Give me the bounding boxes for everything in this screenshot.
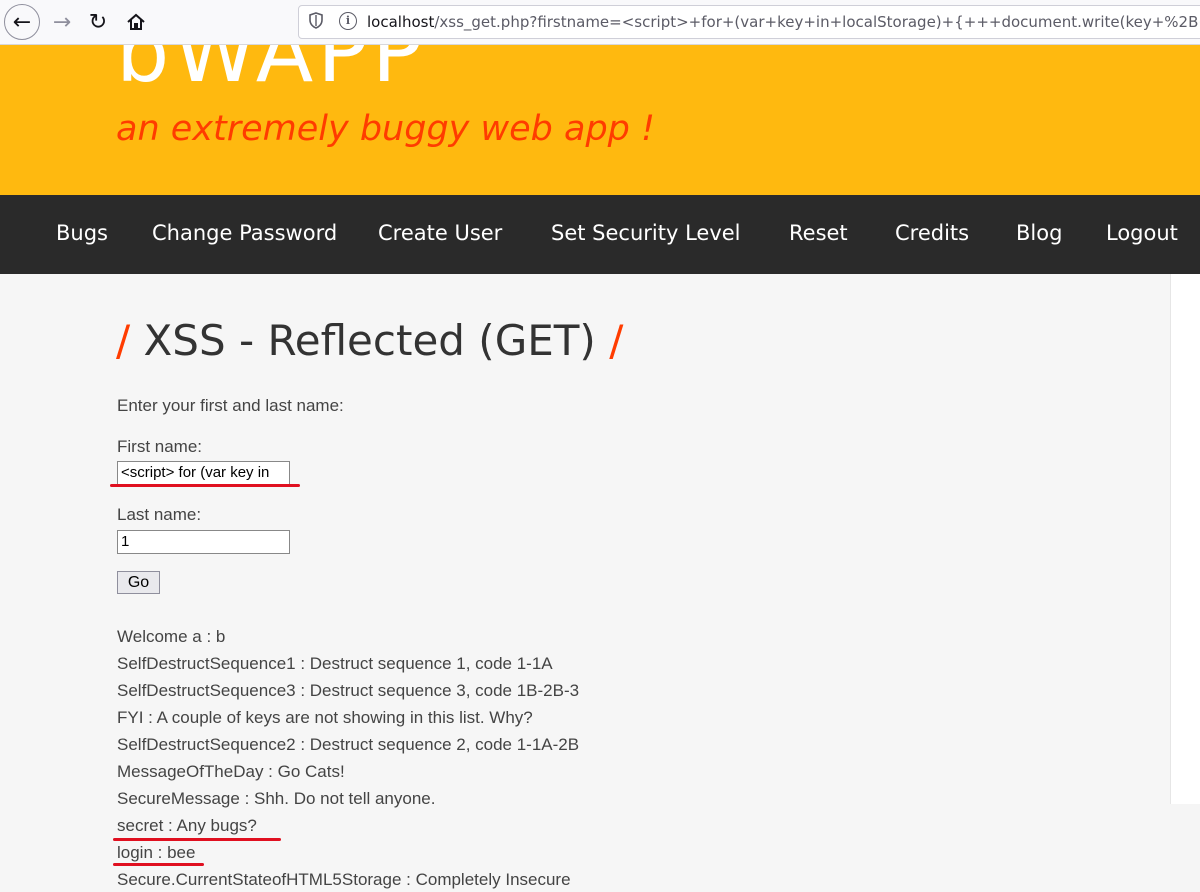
last-name-label: Last name: xyxy=(117,505,202,524)
menu-item-blog[interactable]: Blog xyxy=(1016,221,1062,245)
site-header: bWAPP an extremely buggy web app ! xyxy=(0,45,1200,195)
first-name-label: First name: xyxy=(117,437,203,456)
site-logo[interactable]: bWAPP xyxy=(116,45,427,101)
url-text[interactable]: localhost/xss_get.php?firstname=<script>… xyxy=(367,13,1200,31)
output-line: SelfDestructSequence2 : Destruct sequenc… xyxy=(117,735,580,754)
menu-item-credits[interactable]: Credits xyxy=(895,221,969,245)
form-prompt: Enter your first and last name: xyxy=(117,396,344,415)
info-icon[interactable]: i xyxy=(339,12,357,30)
output-line: SelfDestructSequence1 : Destruct sequenc… xyxy=(117,654,553,673)
first-name-field[interactable]: <script> for (var key in xyxy=(117,461,290,485)
shield-icon[interactable] xyxy=(309,12,325,30)
reload-icon[interactable]: ↻ xyxy=(80,4,116,40)
login-annotation-underline xyxy=(113,863,204,866)
forward-arrow-icon[interactable]: → xyxy=(44,4,80,40)
page-edge xyxy=(1170,274,1200,804)
main-menu: Bugs Change Password Create User Set Sec… xyxy=(0,195,1200,274)
site-tagline: an extremely buggy web app ! xyxy=(116,109,656,149)
output-line: SecureMessage : Shh. Do not tell anyone. xyxy=(117,789,436,808)
output-line-login: login : bee xyxy=(117,843,196,862)
browser-toolbar: ← → ↻ i localhost/xss_get.php?firstname=… xyxy=(0,0,1200,45)
title-slash-left: / xyxy=(116,316,131,365)
url-path: /xss_get.php?firstname=<script>+for+(var… xyxy=(434,13,1200,31)
back-arrow-icon[interactable]: ← xyxy=(4,4,40,40)
home-icon[interactable] xyxy=(118,4,154,40)
menu-item-change-password[interactable]: Change Password xyxy=(152,221,337,245)
output-line: Secure.CurrentStateofHTML5Storage : Comp… xyxy=(117,870,571,889)
title-slash-right: / xyxy=(609,316,624,365)
menu-item-create-user[interactable]: Create User xyxy=(378,221,502,245)
go-button[interactable]: Go xyxy=(117,571,160,594)
output-line: MessageOfTheDay : Go Cats! xyxy=(117,762,345,781)
output-line: SelfDestructSequence3 : Destruct sequenc… xyxy=(117,681,580,700)
address-bar[interactable]: i localhost/xss_get.php?firstname=<scrip… xyxy=(298,5,1200,39)
menu-item-set-security-level[interactable]: Set Security Level xyxy=(551,221,741,245)
first-name-annotation-underline xyxy=(110,484,300,487)
last-name-field[interactable]: 1 xyxy=(117,530,290,554)
page-title: / XSS - Reflected (GET) / xyxy=(116,316,623,365)
output-line: Welcome a : b xyxy=(117,627,226,646)
menu-item-bugs[interactable]: Bugs xyxy=(56,221,108,245)
secret-annotation-underline xyxy=(113,838,281,841)
url-host: localhost xyxy=(367,13,435,31)
menu-item-logout[interactable]: Logout xyxy=(1106,221,1178,245)
output-line: FYI : A couple of keys are not showing i… xyxy=(117,708,533,727)
page-title-text: XSS - Reflected (GET) xyxy=(143,316,596,365)
menu-item-reset[interactable]: Reset xyxy=(789,221,848,245)
output-line-secret: secret : Any bugs? xyxy=(117,816,257,835)
